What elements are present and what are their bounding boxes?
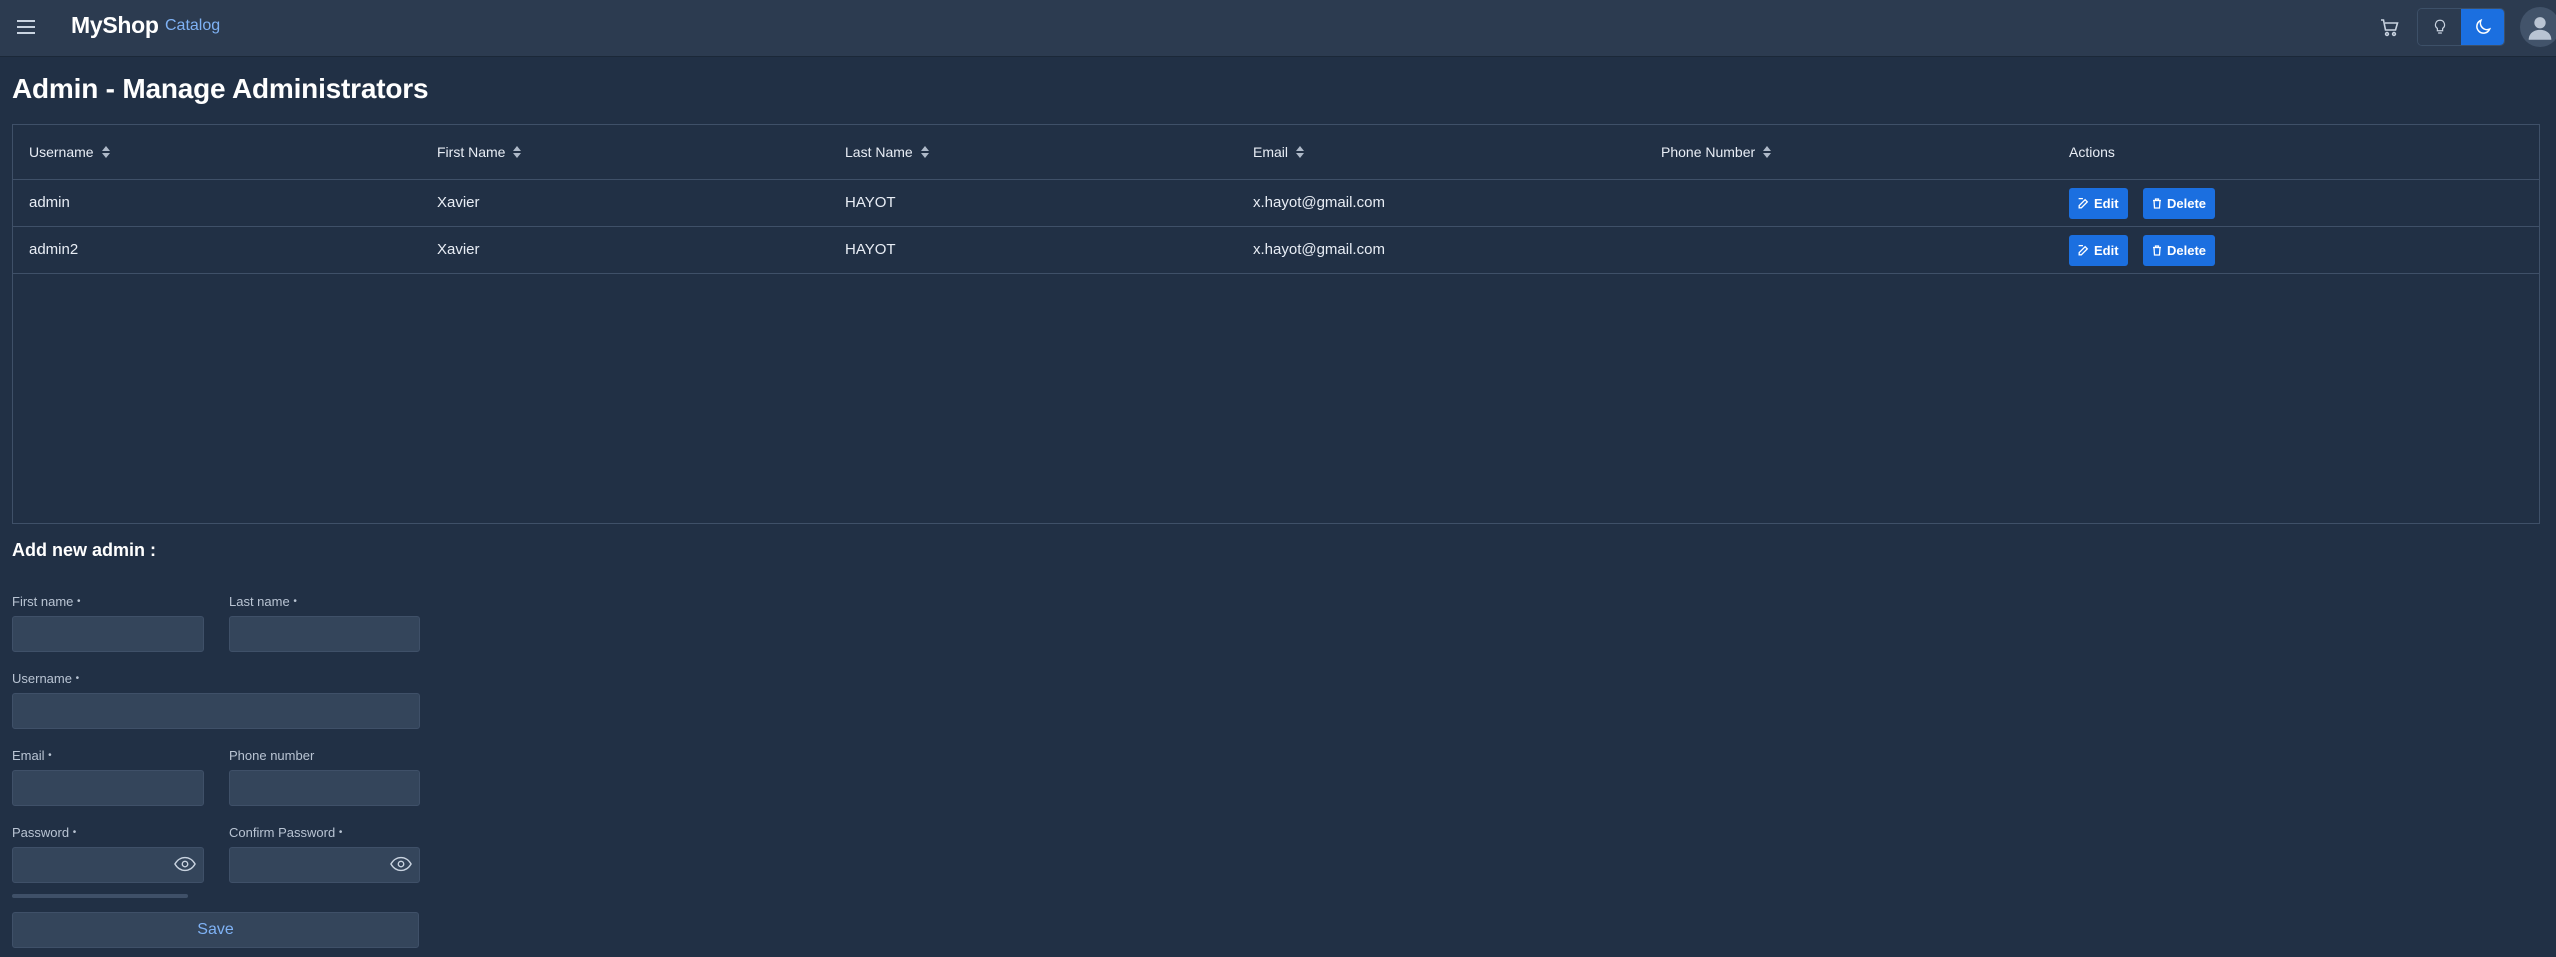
required-mark: • (72, 827, 77, 838)
label-text: Phone number (229, 748, 315, 763)
sort-icon (513, 145, 522, 159)
username-label: Username • (12, 671, 79, 686)
dark-theme-button[interactable] (2461, 9, 2504, 45)
page-title: Admin - Manage Administrators (12, 73, 429, 104)
label-text: Username (12, 671, 72, 686)
top-navbar: MyShop Catalog (0, 0, 2556, 57)
edit-label: Edit (2094, 243, 2119, 258)
label-text: First name (12, 594, 74, 609)
column-label: First Name (437, 144, 506, 160)
edit-icon (2078, 197, 2089, 209)
confirm-password-label: Confirm Password • (229, 825, 342, 840)
cell-email: x.hayot@gmail.com (1253, 194, 1385, 211)
password-label: Password • (12, 825, 76, 840)
table-row: admin2 Xavier HAYOT x.hayot@gmail.com Ed… (13, 227, 2539, 274)
cell-username: admin (29, 194, 70, 211)
light-theme-button[interactable] (2418, 9, 2461, 45)
column-label: Username (29, 144, 94, 160)
column-header-last-name[interactable]: Last Name (845, 144, 929, 160)
delete-button[interactable]: Delete (2143, 235, 2215, 266)
admin-table: Username First Name Last Name Email Phon… (12, 124, 2540, 524)
phone-input[interactable] (229, 770, 420, 806)
edit-button[interactable]: Edit (2069, 188, 2128, 219)
theme-toggle (2417, 8, 2505, 46)
trash-icon (2153, 198, 2161, 209)
last-name-label: Last name • (229, 594, 297, 609)
last-name-input[interactable] (229, 616, 420, 652)
cell-first-name: Xavier (437, 194, 480, 211)
delete-button[interactable]: Delete (2143, 188, 2215, 219)
column-header-actions: Actions (2069, 144, 2115, 160)
table-row: admin Xavier HAYOT x.hayot@gmail.com Edi… (13, 180, 2539, 227)
save-button[interactable]: Save (12, 912, 419, 948)
cart-icon[interactable] (2378, 15, 2402, 39)
column-label: Email (1253, 144, 1289, 160)
cell-first-name: Xavier (437, 241, 480, 258)
password-strength-bar (12, 894, 188, 898)
column-label: Phone Number (1661, 144, 1756, 160)
add-admin-title: Add new admin : (12, 540, 156, 560)
sort-icon (1763, 145, 1772, 159)
user-icon (2528, 17, 2552, 40)
required-mark: • (75, 673, 80, 684)
sort-icon (1296, 145, 1305, 159)
edit-label: Edit (2094, 196, 2119, 211)
column-label: Last Name (845, 144, 913, 160)
label-text: Confirm Password (229, 825, 336, 840)
trash-icon (2153, 245, 2161, 256)
eye-icon[interactable] (390, 856, 412, 872)
phone-label: Phone number (229, 748, 314, 763)
delete-label: Delete (2167, 196, 2207, 211)
lightbulb-icon (2434, 19, 2445, 34)
username-input[interactable] (12, 693, 420, 729)
nav-link-catalog[interactable]: Catalog (165, 17, 220, 35)
required-mark: • (77, 596, 81, 607)
column-label: Actions (2069, 144, 2115, 160)
cell-last-name: HAYOT (845, 194, 896, 211)
column-header-phone[interactable]: Phone Number (1661, 144, 1772, 160)
required-mark: • (338, 827, 343, 838)
brand-logo[interactable]: MyShop (71, 12, 159, 39)
column-header-username[interactable]: Username (29, 144, 110, 160)
label-text: Email (12, 748, 45, 763)
column-header-first-name[interactable]: First Name (437, 144, 522, 160)
delete-label: Delete (2167, 243, 2207, 258)
required-mark: • (48, 750, 52, 761)
cell-email: x.hayot@gmail.com (1253, 241, 1385, 258)
label-text: Last name (229, 594, 290, 609)
table-header: Username First Name Last Name Email Phon… (13, 125, 2539, 180)
cell-username: admin2 (29, 241, 79, 258)
first-name-label: First name • (12, 594, 81, 609)
user-avatar[interactable] (2520, 7, 2556, 47)
sort-icon (920, 145, 929, 159)
edit-button[interactable]: Edit (2069, 235, 2128, 266)
column-header-email[interactable]: Email (1253, 144, 1305, 160)
menu-icon[interactable] (14, 15, 38, 39)
required-mark: • (293, 596, 297, 607)
moon-icon (2475, 18, 2491, 34)
cell-last-name: HAYOT (845, 241, 896, 258)
email-input[interactable] (12, 770, 204, 806)
eye-icon[interactable] (174, 856, 196, 872)
first-name-input[interactable] (12, 616, 204, 652)
edit-icon (2078, 244, 2089, 256)
sort-icon (101, 145, 110, 159)
label-text: Password (12, 825, 70, 840)
email-label: Email • (12, 748, 52, 763)
